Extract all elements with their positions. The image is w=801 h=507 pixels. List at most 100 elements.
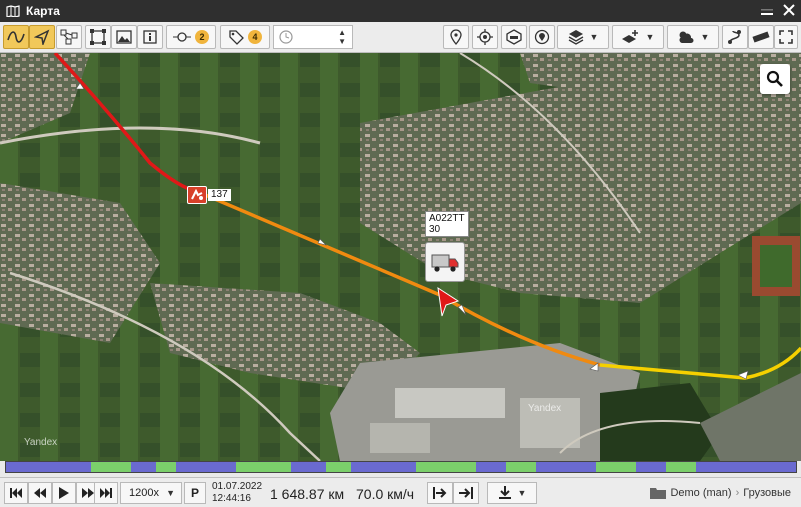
point-icon [173,32,191,42]
tags-button[interactable]: 4 [220,25,270,49]
map-watermark-2: Yandex [528,403,562,414]
object-breadcrumb[interactable]: Demo (man) › Грузовые [650,487,791,499]
location-icon [534,29,550,45]
arrow-to-end-icon [459,487,473,499]
vehicle-plate: А022ТТ [429,213,465,224]
image-button[interactable] [111,25,137,49]
playback-bar: 1200x ▼ P 01.07.2022 12:44:16 1 648.87 к… [0,477,801,507]
breadcrumb-separator-icon: › [735,487,740,499]
timeline-segment [666,462,696,472]
playback-time: 12:44:16 [212,493,251,504]
ruler-button[interactable] [748,25,774,49]
location-button[interactable] [529,25,555,49]
map-watermark: Yandex [24,437,58,448]
weather-dropdown[interactable]: ▼ [667,25,719,49]
vehicle-label[interactable]: А022ТТ 30 [425,211,469,237]
velocity-value: 70.0 км/ч [356,486,415,502]
fullscreen-button[interactable] [774,25,798,49]
playback-speed-select[interactable]: 1200x ▼ [120,482,182,504]
track-timeline[interactable] [5,461,797,473]
chevron-down-icon: ▼ [589,32,599,42]
map-icon [6,5,20,17]
event-marker[interactable] [187,186,207,204]
info-button[interactable] [137,25,163,49]
mileage-value: 1 648.87 км [270,486,345,502]
layers-dropdown[interactable]: ▼ [557,25,609,49]
parking-button[interactable]: P [184,482,206,504]
folder-icon [650,488,667,499]
timeline-segment [506,462,536,472]
car-badge-button[interactable] [501,25,527,49]
nodes-icon [60,29,78,45]
skip-end-button[interactable] [94,482,118,504]
skip-start-icon [10,488,22,498]
rectangle-icon [90,29,106,45]
rectangle-button[interactable] [85,25,111,49]
points-count-badge: 2 [195,30,209,44]
info-icon [143,30,157,44]
satellite-map[interactable]: 137 А022ТТ 30 Yandex Yandex [0,53,801,461]
nodes-button[interactable] [56,25,82,49]
tag-icon [229,30,244,45]
pin-icon [450,29,462,45]
car-badge-icon [506,29,522,45]
title-bar: Карта [0,0,801,22]
rewind-icon [34,488,46,498]
clock-icon [279,30,293,44]
arrow-to-line-icon [433,487,447,499]
stepper-up-icon[interactable]: ▲ [338,28,346,37]
image-icon [116,30,132,44]
ruler-icon [752,31,770,43]
timeline-segment [416,462,476,472]
map-search-button[interactable] [760,64,790,94]
playback-datetime: 01.07.2022 12:44:16 [212,481,262,505]
draw-line-button[interactable] [3,25,29,49]
target-icon [477,29,493,45]
go-to-start-button[interactable] [427,482,453,504]
route-icon [728,30,741,44]
chevron-down-icon: ▼ [700,32,710,42]
points-button[interactable]: 2 [166,25,216,49]
target-button[interactable] [472,25,498,49]
minimize-icon[interactable] [761,4,773,16]
map-terrain [0,53,801,461]
weather-icon [678,31,694,43]
search-icon [766,70,783,87]
add-layer-dropdown[interactable]: ▼ [612,25,664,49]
go-to-end-button[interactable] [453,482,479,504]
map-window: Карта 2 4 ▲ ▼ ▼ ▼ ▼ 137 А022ТТ 30 Yandex… [0,0,801,507]
fast-forward-icon [82,488,94,498]
time-stepper[interactable]: ▲ ▼ [338,28,346,46]
chevron-down-icon: ▼ [166,488,175,498]
skip-end-icon [100,488,112,498]
pin-button[interactable] [443,25,469,49]
cursor-icon [34,29,50,45]
select-cursor-button[interactable] [29,25,55,49]
chevron-down-icon: ▼ [517,488,527,498]
warning-event-icon [191,189,203,200]
chevron-down-icon: ▼ [645,32,655,42]
timeline-segment [156,462,176,472]
event-marker-label: 137 [208,189,231,201]
timeline-segment [326,462,351,472]
add-layer-icon [621,30,638,43]
timeline-segment [91,462,131,472]
route-button[interactable] [722,25,748,49]
skip-start-button[interactable] [4,482,28,504]
download-dropdown[interactable]: ▼ [487,482,537,504]
rewind-button[interactable] [28,482,52,504]
timeline-segment [596,462,636,472]
close-icon[interactable] [783,4,795,16]
play-icon [59,487,69,499]
playback-date: 01.07.2022 [212,481,263,492]
play-button[interactable] [52,482,76,504]
fullscreen-icon [779,30,793,44]
breadcrumb-folder[interactable]: Demo (man) [670,487,731,499]
breadcrumb-group[interactable]: Грузовые [743,487,791,499]
window-title: Карта [26,4,60,18]
download-icon [498,486,511,499]
time-filter-input[interactable]: ▲ ▼ [273,25,353,49]
line-icon [7,31,25,43]
stepper-down-icon[interactable]: ▼ [338,37,346,46]
vehicle-marker[interactable] [425,242,465,282]
